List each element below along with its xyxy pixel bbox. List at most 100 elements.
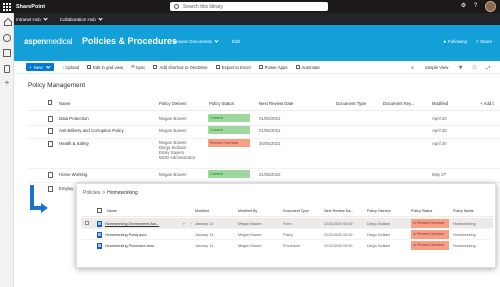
nav-edit[interactable]: Edit	[232, 39, 240, 44]
news-icon[interactable]	[3, 49, 11, 57]
row-name[interactable]: Data Protection	[59, 116, 89, 121]
column-header-modified[interactable]: Modified	[432, 101, 448, 106]
panel-column-modified-by[interactable]: Modified By	[238, 209, 257, 213]
row-name[interactable]: Home Working	[59, 172, 87, 177]
search-icon	[174, 4, 179, 9]
row-name[interactable]: Health & Safety	[59, 141, 89, 146]
waffle-icon	[3, 2, 11, 11]
row-review-date: 22/11/2020 00:00	[324, 243, 353, 248]
document-icon[interactable]	[4, 65, 10, 73]
column-header-keyword[interactable]: Document Key...	[383, 101, 414, 106]
expand-icon[interactable]: ⤢	[487, 65, 490, 70]
grid-icon	[86, 65, 91, 69]
new-button[interactable]: + New	[26, 63, 54, 71]
simple-view-dropdown[interactable]: ≡ Simple View	[411, 65, 448, 70]
panel-column-doc-type[interactable]: Document Type	[283, 209, 309, 213]
following-button[interactable]: ★ Following	[443, 39, 467, 45]
chevron-down-icon	[43, 15, 48, 21]
panel-column-policy-name[interactable]: Policy Name	[453, 209, 474, 213]
share-button[interactable]: ↗ Share	[475, 39, 492, 45]
column-header-owners[interactable]: Policy Owners	[159, 101, 186, 106]
add-column-button[interactable]: + Add c	[480, 101, 494, 106]
sync-button[interactable]: ⟳ Sync	[131, 64, 145, 70]
chevron-down-icon	[98, 15, 103, 21]
table-row[interactable]: Data Protection Megan Bowen Current 01/0…	[28, 114, 500, 126]
upload-label: Upload	[65, 64, 79, 70]
row-review-date: 22/11/2020 00:00	[324, 232, 353, 237]
file-name-link[interactable]: Homeworking Procedure.docx	[105, 244, 154, 248]
edit-grid-label: Edit in grid view	[92, 64, 124, 70]
app-launcher-button[interactable]	[0, 0, 14, 13]
panel-column-status[interactable]: Policy Status	[411, 209, 432, 213]
row-name[interactable]: Employ	[59, 186, 73, 191]
row-checkbox[interactable]	[85, 221, 89, 225]
search-box[interactable]: Search this library	[170, 2, 328, 11]
table-row[interactable]: Home Working Megan Bowen Current 21/05/2…	[28, 170, 500, 183]
table-row[interactable]: Homeworking Environment Ass... ↗ ⋮ Janua…	[81, 218, 493, 229]
column-header-name[interactable]: Name	[59, 101, 70, 106]
panel-column-review[interactable]: Next Review Da...	[324, 209, 354, 213]
status-text: Review Overdue	[417, 243, 445, 247]
add-icon[interactable]: +	[3, 79, 11, 87]
file-type-header-icon[interactable]	[97, 208, 102, 213]
hub-item-label: Collaboration Hub	[59, 16, 96, 22]
automate-label: Automate	[301, 64, 320, 70]
automate-button[interactable]: Automate	[295, 64, 320, 70]
row-policy-name: Homeworking	[453, 232, 476, 237]
column-header-doctype[interactable]: Document Type	[336, 101, 366, 106]
document-icon	[48, 186, 53, 192]
table-row[interactable]: Anti-Bribery and Corruption Policy Megan…	[28, 126, 500, 139]
file-name-link[interactable]: Homeworking Policy.docx	[105, 233, 147, 237]
row-review-date: 20/05/2021	[259, 141, 281, 146]
column-header-review[interactable]: Next Review Date	[259, 101, 293, 106]
more-options-icon[interactable]: ⋮	[189, 221, 193, 226]
power-apps-button[interactable]: Power Apps	[258, 64, 288, 70]
filter-icon[interactable]: ⧩	[458, 65, 462, 70]
excel-icon	[215, 65, 220, 69]
table-row[interactable]: Health & Safety Megan Bowen Diego Sicili…	[28, 139, 500, 169]
home-icon[interactable]	[3, 18, 12, 26]
gear-icon[interactable]: ⚙	[459, 2, 468, 11]
chevron-down-icon	[46, 64, 50, 69]
new-label: New	[33, 64, 43, 70]
search-placeholder: Search this library	[183, 3, 224, 10]
app-name[interactable]: SharePoint	[16, 4, 45, 10]
export-excel-button[interactable]: Export to Excel	[215, 65, 251, 70]
question-icon[interactable]: ?	[471, 2, 480, 11]
globe-icon[interactable]	[3, 34, 11, 42]
upload-button[interactable]: ↑ Upload	[62, 65, 79, 70]
sync-icon: ⟳	[131, 64, 135, 69]
info-icon[interactable]: ⓘ	[472, 65, 476, 71]
panel-column-modified[interactable]: Modified	[195, 209, 209, 213]
row-doc-type: Procedure	[283, 243, 301, 248]
row-owner: Diego Siciliani	[367, 232, 391, 237]
table-row[interactable]: Homeworking Procedure.docx January 13 Me…	[81, 240, 493, 251]
nav-browse-documents[interactable]: Browse Documents	[173, 39, 212, 44]
share-icon[interactable]: ↗	[182, 222, 185, 226]
status-badge: Review Overdue	[208, 139, 250, 147]
hub-item-collaboration[interactable]: Collaboration Hub	[59, 15, 103, 22]
edit-grid-view-button[interactable]: Edit in grid view	[86, 64, 124, 70]
row-modified: January 13	[195, 232, 214, 237]
panel-column-owners[interactable]: Policy Owners	[367, 209, 391, 213]
hub-item-intranet[interactable]: Intranet Hub	[16, 15, 48, 22]
file-name-link[interactable]: Homeworking Environment Ass...	[105, 222, 159, 226]
following-label: Following	[447, 39, 467, 44]
breadcrumb-root[interactable]: Policies	[83, 190, 100, 196]
panel-column-name[interactable]: Name	[107, 209, 117, 213]
row-doc-type: Policy	[283, 232, 293, 237]
add-shortcut-button[interactable]: Add shortcut to OneDrive	[153, 65, 208, 70]
avatar[interactable]	[485, 1, 496, 12]
row-modified: April 20	[432, 141, 447, 146]
site-logo[interactable]: aspenmedical	[24, 37, 72, 46]
column-header-status[interactable]: Policy Status	[209, 101, 234, 106]
table-row[interactable]: Homeworking Policy.docx January 13 Megan…	[81, 229, 493, 240]
site-navigation: Browse Documents Edit	[173, 38, 240, 44]
site-title[interactable]: Policies & Procedures	[82, 36, 177, 46]
hub-item-label: Intranet Hub	[16, 16, 41, 22]
file-type-header-icon[interactable]	[48, 100, 52, 105]
row-name[interactable]: Anti-Bribery and Corruption Policy	[59, 128, 124, 133]
shortcut-icon	[153, 65, 158, 69]
row-review-date: 21/05/2022	[259, 172, 281, 177]
power-apps-label: Power Apps	[264, 64, 288, 70]
